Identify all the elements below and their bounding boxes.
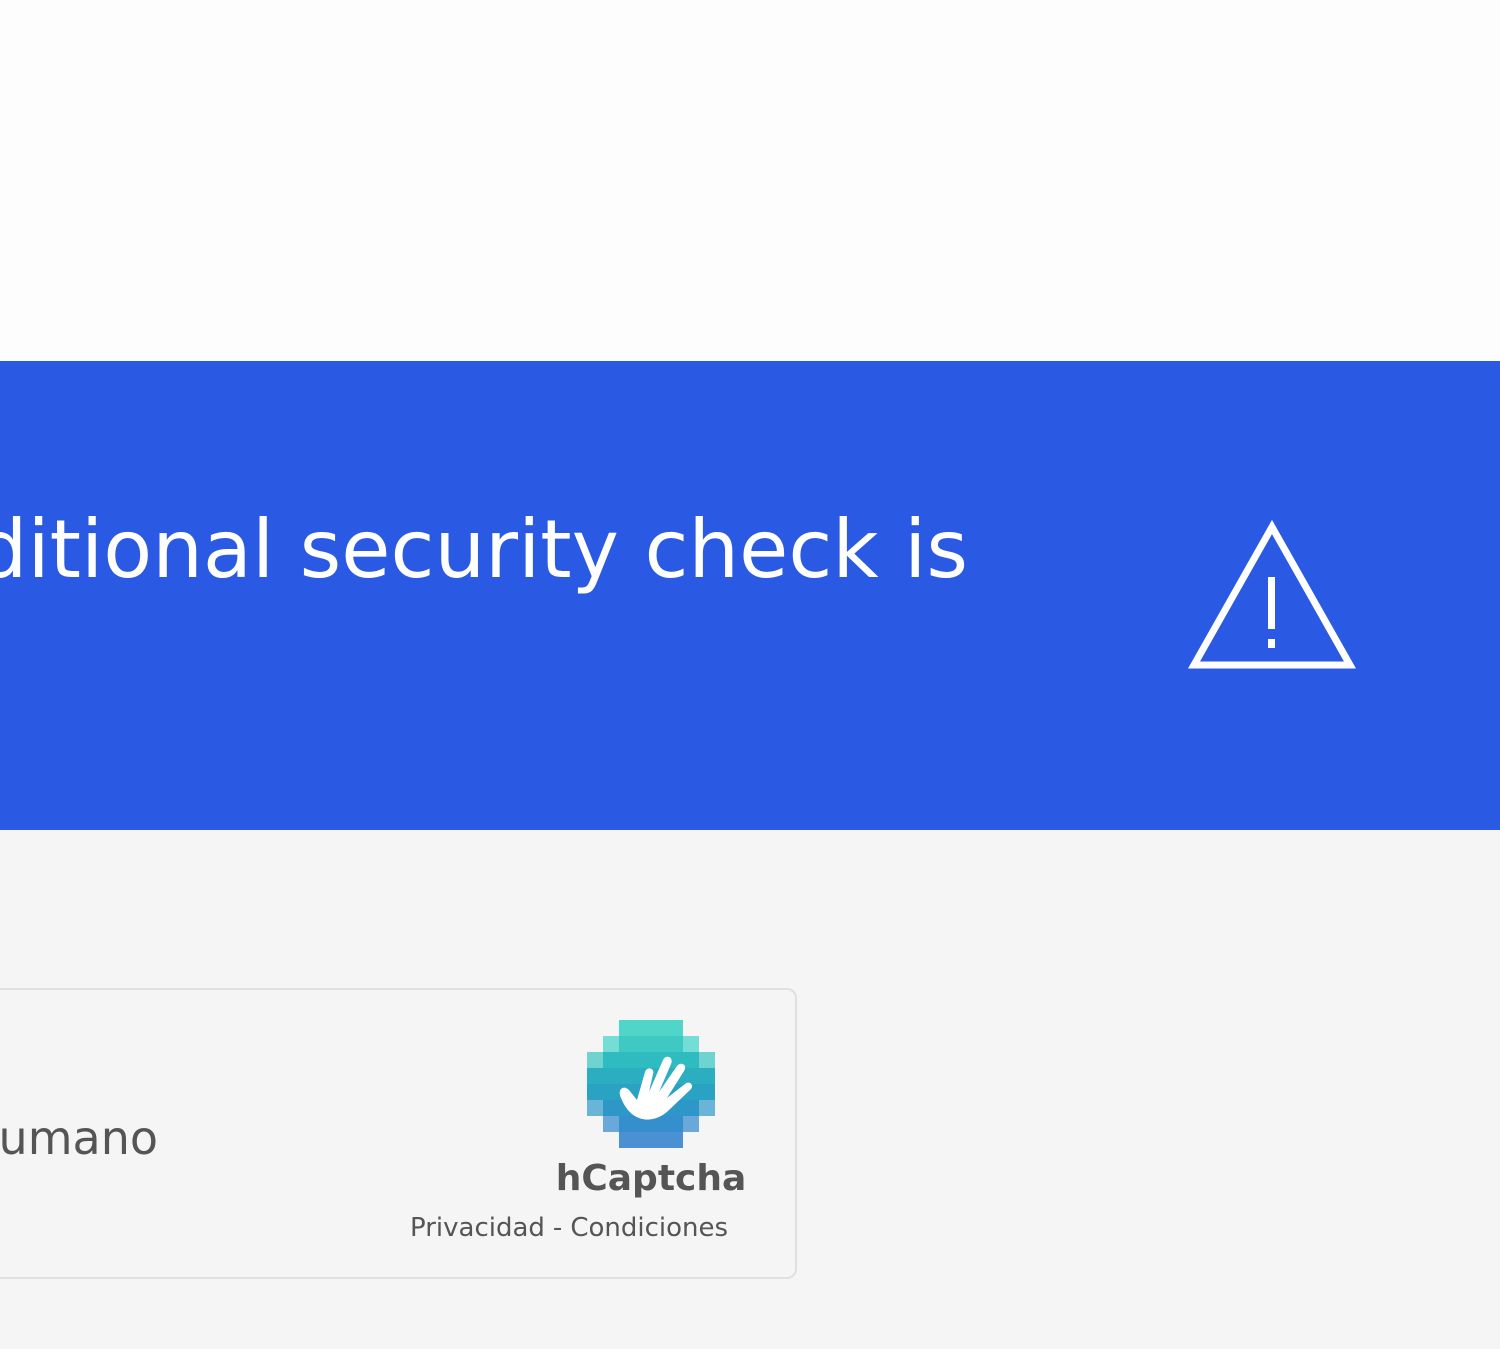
hcaptcha-footer-links: Privacidad - Condiciones — [410, 1212, 728, 1244]
privacy-link[interactable]: Privacidad — [410, 1213, 545, 1243]
hcaptcha-widget[interactable]: umano hCaptcha Privacidad - Condiciones — [0, 988, 797, 1279]
hcaptcha-hand-icon — [587, 1020, 715, 1148]
security-check-banner: Additional security check is — [0, 361, 1500, 830]
banner-message: Additional security check is — [0, 503, 968, 596]
checkbox-label[interactable]: umano — [0, 1110, 158, 1166]
captcha-section: umano hCaptcha Privacidad - Condiciones — [0, 830, 1500, 1349]
link-separator: - — [552, 1213, 563, 1243]
page-top-area — [0, 0, 1500, 361]
warning-triangle-icon — [1188, 519, 1356, 669]
hcaptcha-brand-name: hCaptcha — [555, 1158, 747, 1199]
terms-link[interactable]: Condiciones — [570, 1213, 728, 1243]
